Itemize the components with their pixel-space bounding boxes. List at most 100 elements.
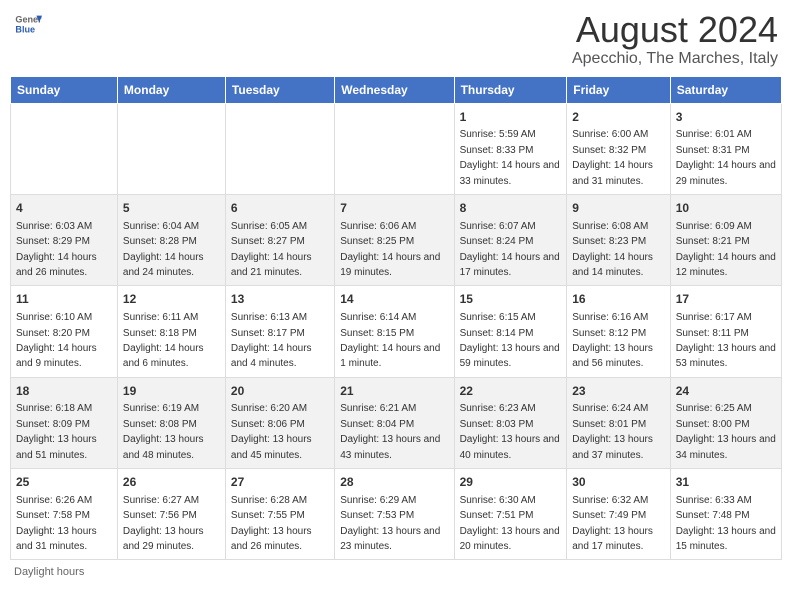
day-info: Sunrise: 6:03 AM Sunset: 8:29 PM Dayligh…: [16, 221, 97, 278]
day-number: 30: [572, 474, 664, 491]
calendar-cell: 18 Sunrise: 6:18 AM Sunset: 8:09 PM Dayli…: [11, 377, 118, 468]
calendar-cell: 13Sunrise: 6:13 AM Sunset: 8:17 PM Dayli…: [225, 286, 334, 377]
day-number: 20: [231, 383, 329, 400]
day-info: Sunrise: 6:29 AM Sunset: 7:53 PM Dayligh…: [340, 495, 440, 552]
day-info: Sunrise: 6:27 AM Sunset: 7:56 PM Dayligh…: [123, 495, 204, 552]
day-info: Sunrise: 6:11 AM Sunset: 8:18 PM Dayligh…: [123, 312, 204, 369]
day-info: Sunrise: 6:24 AM Sunset: 8:01 PM Dayligh…: [572, 403, 653, 460]
day-number: 2: [572, 109, 664, 126]
day-header-tuesday: Tuesday: [225, 76, 334, 103]
day-number: 11: [16, 291, 112, 308]
calendar-cell: 6Sunrise: 6:05 AM Sunset: 8:27 PM Daylig…: [225, 194, 334, 285]
day-number: 27: [231, 474, 329, 491]
day-number: 21: [340, 383, 448, 400]
calendar-cell: 28 Sunrise: 6:29 AM Sunset: 7:53 PM Dayli…: [335, 469, 454, 560]
day-info: Sunrise: 6:17 AM Sunset: 8:11 PM Dayligh…: [676, 312, 776, 369]
day-info: Sunrise: 6:25 AM Sunset: 8:00 PM Dayligh…: [676, 403, 776, 460]
calendar-cell: 5 Sunrise: 6:04 AM Sunset: 8:28 PM Daylig…: [117, 194, 225, 285]
day-header-sunday: Sunday: [11, 76, 118, 103]
day-number: 24: [676, 383, 776, 400]
calendar-cell: 26 Sunrise: 6:27 AM Sunset: 7:56 PM Dayli…: [117, 469, 225, 560]
week-row-4: 18 Sunrise: 6:18 AM Sunset: 8:09 PM Dayli…: [11, 377, 782, 468]
day-number: 3: [676, 109, 776, 126]
calendar-cell: 9 Sunrise: 6:08 AM Sunset: 8:23 PM Daylig…: [567, 194, 670, 285]
day-number: 17: [676, 291, 776, 308]
day-info: Sunrise: 6:16 AM Sunset: 8:12 PM Dayligh…: [572, 312, 653, 369]
day-info: Sunrise: 6:33 AM Sunset: 7:48 PM Dayligh…: [676, 495, 776, 552]
day-info: Sunrise: 6:21 AM Sunset: 8:04 PM Dayligh…: [340, 403, 440, 460]
day-header-saturday: Saturday: [670, 76, 781, 103]
day-number: 18: [16, 383, 112, 400]
day-info: Sunrise: 6:05 AM Sunset: 8:27 PM Dayligh…: [231, 221, 312, 278]
calendar-cell: 7Sunrise: 6:06 AM Sunset: 8:25 PM Daylig…: [335, 194, 454, 285]
day-header-wednesday: Wednesday: [335, 76, 454, 103]
day-info: Sunrise: 6:10 AM Sunset: 8:20 PM Dayligh…: [16, 312, 97, 369]
day-number: 31: [676, 474, 776, 491]
calendar-cell: 24 Sunrise: 6:25 AM Sunset: 8:00 PM Dayli…: [670, 377, 781, 468]
calendar-cell: 20 Sunrise: 6:20 AM Sunset: 8:06 PM Dayli…: [225, 377, 334, 468]
calendar-subtitle: Apecchio, The Marches, Italy: [572, 50, 778, 68]
day-info: Sunrise: 6:32 AM Sunset: 7:49 PM Dayligh…: [572, 495, 653, 552]
calendar-cell: [225, 103, 334, 194]
week-row-1: 1 Sunrise: 5:59 AM Sunset: 8:33 PM Daylig…: [11, 103, 782, 194]
calendar-cell: [11, 103, 118, 194]
day-info: Sunrise: 5:59 AM Sunset: 8:33 PM Dayligh…: [460, 129, 560, 186]
day-number: 29: [460, 474, 562, 491]
week-row-2: 4Sunrise: 6:03 AM Sunset: 8:29 PM Daylig…: [11, 194, 782, 285]
day-info: Sunrise: 6:23 AM Sunset: 8:03 PM Dayligh…: [460, 403, 560, 460]
day-info: Sunrise: 6:00 AM Sunset: 8:32 PM Dayligh…: [572, 129, 653, 186]
day-number: 1: [460, 109, 562, 126]
day-number: 26: [123, 474, 220, 491]
day-info: Sunrise: 6:04 AM Sunset: 8:28 PM Dayligh…: [123, 221, 204, 278]
header-row: SundayMondayTuesdayWednesdayThursdayFrid…: [11, 76, 782, 103]
calendar-cell: 10Sunrise: 6:09 AM Sunset: 8:21 PM Dayli…: [670, 194, 781, 285]
calendar-cell: 30 Sunrise: 6:32 AM Sunset: 7:49 PM Dayli…: [567, 469, 670, 560]
day-number: 25: [16, 474, 112, 491]
day-info: Sunrise: 6:08 AM Sunset: 8:23 PM Dayligh…: [572, 221, 653, 278]
day-info: Sunrise: 6:18 AM Sunset: 8:09 PM Dayligh…: [16, 403, 97, 460]
day-info: Sunrise: 6:07 AM Sunset: 8:24 PM Dayligh…: [460, 221, 560, 278]
calendar-cell: 1 Sunrise: 5:59 AM Sunset: 8:33 PM Daylig…: [454, 103, 567, 194]
calendar-cell: 15 Sunrise: 6:15 AM Sunset: 8:14 PM Dayli…: [454, 286, 567, 377]
calendar-cell: 22 Sunrise: 6:23 AM Sunset: 8:03 PM Dayli…: [454, 377, 567, 468]
day-info: Sunrise: 6:30 AM Sunset: 7:51 PM Dayligh…: [460, 495, 560, 552]
day-number: 14: [340, 291, 448, 308]
calendar-cell: 21 Sunrise: 6:21 AM Sunset: 8:04 PM Dayli…: [335, 377, 454, 468]
calendar-cell: 17 Sunrise: 6:17 AM Sunset: 8:11 PM Dayli…: [670, 286, 781, 377]
day-info: Sunrise: 6:09 AM Sunset: 8:21 PM Dayligh…: [676, 221, 776, 278]
day-info: Sunrise: 6:19 AM Sunset: 8:08 PM Dayligh…: [123, 403, 204, 460]
day-header-monday: Monday: [117, 76, 225, 103]
calendar-cell: 11 Sunrise: 6:10 AM Sunset: 8:20 PM Dayli…: [11, 286, 118, 377]
day-number: 8: [460, 200, 562, 217]
day-number: 5: [123, 200, 220, 217]
header: General Blue August 2024 Apecchio, The M…: [10, 10, 782, 68]
calendar-cell: 2 Sunrise: 6:00 AM Sunset: 8:32 PM Daylig…: [567, 103, 670, 194]
day-number: 9: [572, 200, 664, 217]
day-info: Sunrise: 6:15 AM Sunset: 8:14 PM Dayligh…: [460, 312, 560, 369]
calendar-table: SundayMondayTuesdayWednesdayThursdayFrid…: [10, 76, 782, 561]
calendar-cell: 16Sunrise: 6:16 AM Sunset: 8:12 PM Dayli…: [567, 286, 670, 377]
calendar-title: August 2024: [572, 10, 778, 50]
day-info: Sunrise: 6:06 AM Sunset: 8:25 PM Dayligh…: [340, 221, 440, 278]
day-info: Sunrise: 6:01 AM Sunset: 8:31 PM Dayligh…: [676, 129, 776, 186]
footer-label: Daylight hours: [14, 566, 84, 578]
calendar-cell: 23Sunrise: 6:24 AM Sunset: 8:01 PM Dayli…: [567, 377, 670, 468]
week-row-5: 25 Sunrise: 6:26 AM Sunset: 7:58 PM Dayli…: [11, 469, 782, 560]
week-row-3: 11 Sunrise: 6:10 AM Sunset: 8:20 PM Dayli…: [11, 286, 782, 377]
calendar-cell: 27 Sunrise: 6:28 AM Sunset: 7:55 PM Dayli…: [225, 469, 334, 560]
day-info: Sunrise: 6:26 AM Sunset: 7:58 PM Dayligh…: [16, 495, 97, 552]
calendar-cell: 19 Sunrise: 6:19 AM Sunset: 8:08 PM Dayli…: [117, 377, 225, 468]
calendar-cell: 4Sunrise: 6:03 AM Sunset: 8:29 PM Daylig…: [11, 194, 118, 285]
footer: Daylight hours: [10, 566, 782, 578]
calendar-cell: [117, 103, 225, 194]
day-info: Sunrise: 6:28 AM Sunset: 7:55 PM Dayligh…: [231, 495, 312, 552]
calendar-cell: 12Sunrise: 6:11 AM Sunset: 8:18 PM Dayli…: [117, 286, 225, 377]
day-number: 28: [340, 474, 448, 491]
calendar-cell: 8 Sunrise: 6:07 AM Sunset: 8:24 PM Daylig…: [454, 194, 567, 285]
day-number: 22: [460, 383, 562, 400]
day-info: Sunrise: 6:20 AM Sunset: 8:06 PM Dayligh…: [231, 403, 312, 460]
calendar-cell: 25 Sunrise: 6:26 AM Sunset: 7:58 PM Dayli…: [11, 469, 118, 560]
day-number: 19: [123, 383, 220, 400]
day-number: 15: [460, 291, 562, 308]
calendar-cell: [335, 103, 454, 194]
